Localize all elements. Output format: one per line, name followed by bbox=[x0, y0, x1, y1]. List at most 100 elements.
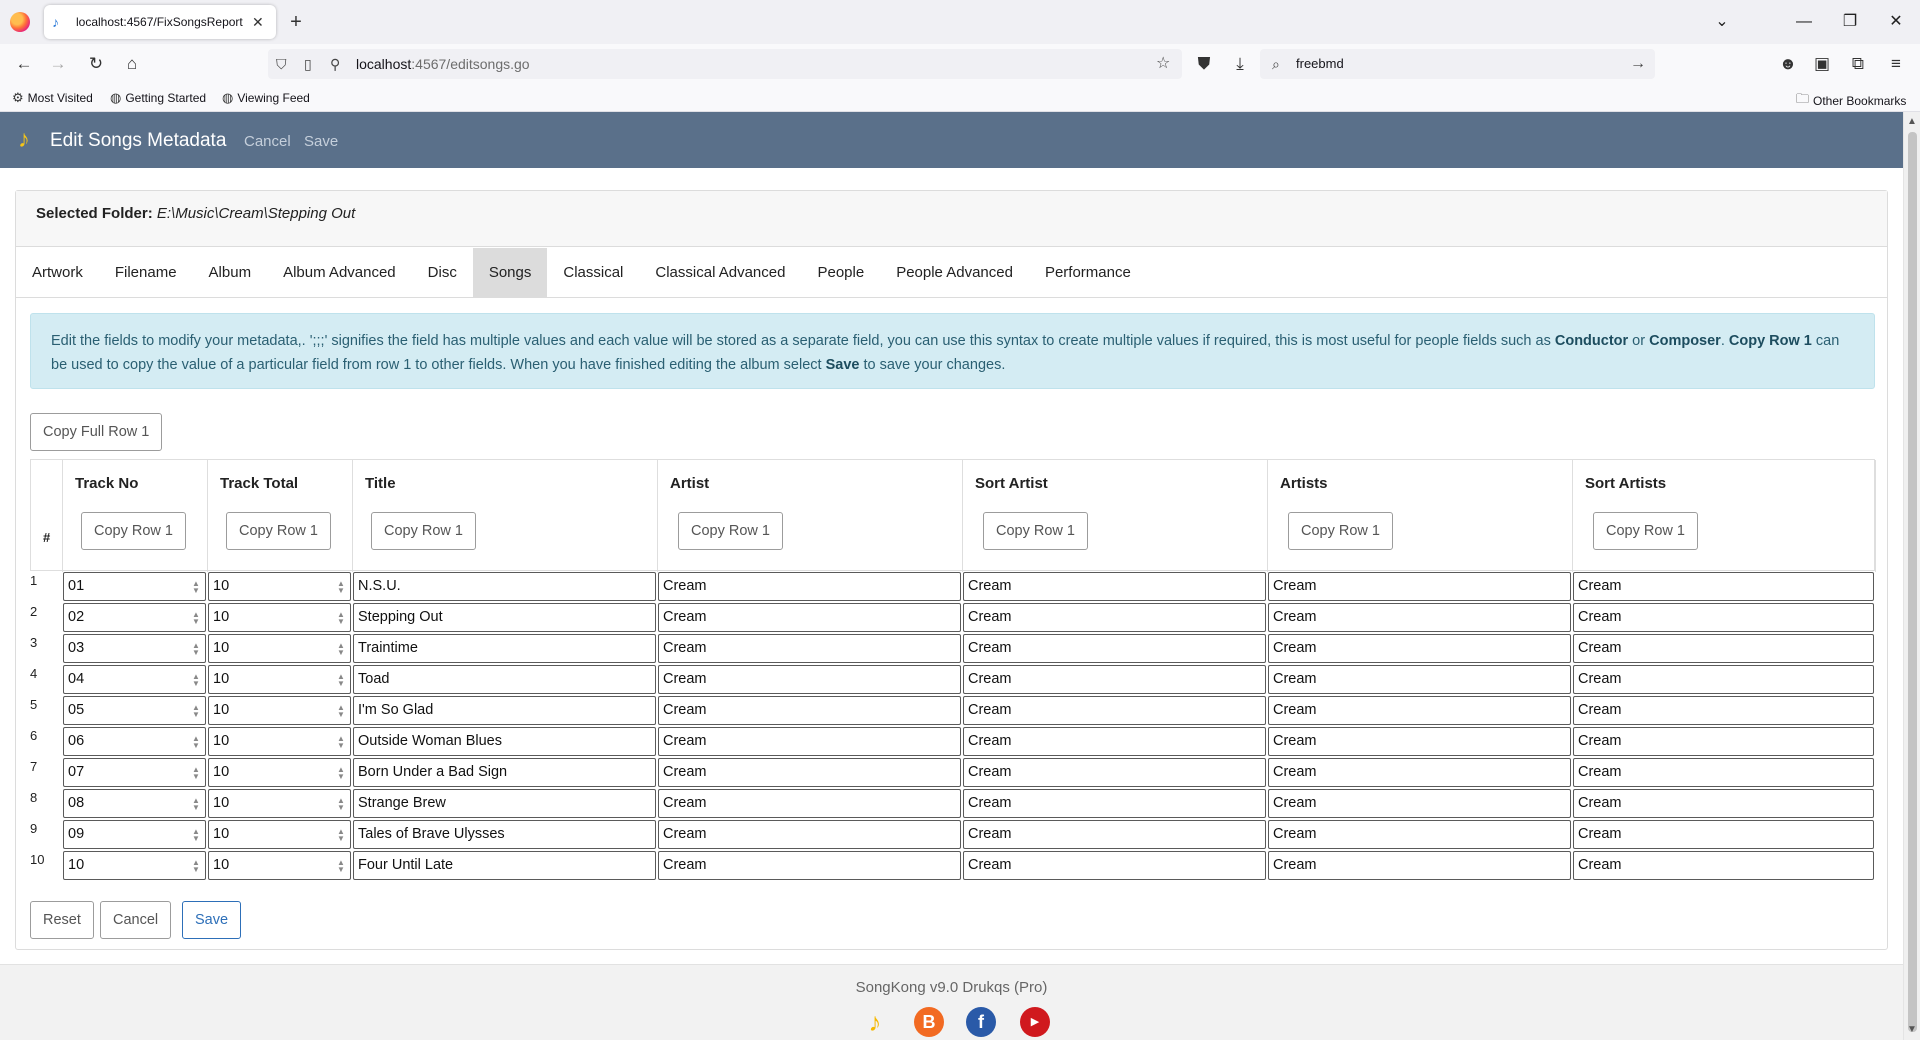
header-cancel-link[interactable]: Cancel bbox=[244, 133, 291, 150]
track-field[interactable]: 06 ▲ ▼ bbox=[63, 727, 206, 756]
copy-row-1-button[interactable]: Copy Row 1 bbox=[1593, 512, 1698, 550]
selenium-icon[interactable]: ▣ bbox=[1810, 52, 1834, 76]
firefox-icon[interactable] bbox=[10, 12, 30, 32]
tab-people-advanced[interactable]: People Advanced bbox=[880, 248, 1029, 298]
track-field[interactable]: 10 ▲ ▼ bbox=[63, 851, 206, 880]
title-field[interactable]: I'm So Glad bbox=[353, 696, 656, 725]
artists-field[interactable]: Cream bbox=[1268, 727, 1571, 756]
spinner-icon[interactable]: ▲ ▼ bbox=[191, 766, 201, 781]
sort-artists-field[interactable]: Cream bbox=[1573, 820, 1874, 849]
spinner-icon[interactable]: ▲ ▼ bbox=[191, 611, 201, 626]
list-tabs-icon[interactable]: ⌄ bbox=[1710, 10, 1734, 34]
restore-icon[interactable]: ❐ bbox=[1838, 10, 1862, 34]
youtube-icon[interactable]: ▶ bbox=[1020, 1007, 1050, 1037]
spinner-icon[interactable]: ▲ ▼ bbox=[336, 642, 346, 657]
artist-field[interactable]: Cream bbox=[658, 696, 961, 725]
artist-field[interactable]: Cream bbox=[658, 789, 961, 818]
sort-artists-field[interactable]: Cream bbox=[1573, 572, 1874, 601]
sort-artists-field[interactable]: Cream bbox=[1573, 789, 1874, 818]
artist-field[interactable]: Cream bbox=[658, 820, 961, 849]
permissions-icon[interactable]: ⚲ bbox=[330, 53, 340, 75]
track-field[interactable]: 05 ▲ ▼ bbox=[63, 696, 206, 725]
artists-field[interactable]: Cream bbox=[1268, 572, 1571, 601]
track-field[interactable]: 08 ▲ ▼ bbox=[63, 789, 206, 818]
artist-field[interactable]: Cream bbox=[658, 758, 961, 787]
spinner-icon[interactable]: ▲ ▼ bbox=[336, 797, 346, 812]
extension-icon[interactable]: ☻ bbox=[1776, 52, 1800, 76]
title-field[interactable]: N.S.U. bbox=[353, 572, 656, 601]
bookmark-most-visited[interactable]: ⚙ Most Visited bbox=[12, 90, 93, 106]
sort-artists-field[interactable]: Cream bbox=[1573, 696, 1874, 725]
download-icon[interactable]: ⤓ bbox=[1228, 52, 1252, 76]
browser-tab[interactable]: ♪ localhost:4567/FixSongsReport ✕ bbox=[44, 5, 276, 39]
sort-artist-field[interactable]: Cream bbox=[963, 572, 1266, 601]
spinner-icon[interactable]: ▲ ▼ bbox=[191, 735, 201, 750]
bookmark-star-icon[interactable]: ☆ bbox=[1156, 53, 1170, 75]
track-field[interactable]: 01 ▲ ▼ bbox=[63, 572, 206, 601]
search-go-icon[interactable]: → bbox=[1630, 53, 1646, 75]
artists-field[interactable]: Cream bbox=[1268, 820, 1571, 849]
tab-disc[interactable]: Disc bbox=[412, 248, 473, 298]
total-field[interactable]: 10 ▲ ▼ bbox=[208, 851, 351, 880]
scroll-up-icon[interactable]: ▲ bbox=[1907, 116, 1917, 127]
other-bookmarks[interactable]: 🗀 Other Bookmarks bbox=[1796, 90, 1906, 112]
spinner-icon[interactable]: ▲ ▼ bbox=[336, 766, 346, 781]
blogger-icon[interactable]: B bbox=[914, 1007, 944, 1037]
close-window-icon[interactable]: ✕ bbox=[1884, 10, 1908, 34]
sort-artists-field[interactable]: Cream bbox=[1573, 665, 1874, 694]
url-bar[interactable]: ⛉ ▯ ⚲ localhost:4567/editsongs.go ☆ bbox=[268, 49, 1182, 79]
sort-artist-field[interactable]: Cream bbox=[963, 665, 1266, 694]
reload-icon[interactable]: ↻ bbox=[84, 52, 108, 76]
title-field[interactable]: Born Under a Bad Sign bbox=[353, 758, 656, 787]
pocket-icon[interactable]: ⛊ bbox=[1192, 52, 1216, 76]
title-field[interactable]: Four Until Late bbox=[353, 851, 656, 880]
copy-row-1-button[interactable]: Copy Row 1 bbox=[1288, 512, 1393, 550]
title-field[interactable]: Tales of Brave Ulysses bbox=[353, 820, 656, 849]
artists-field[interactable]: Cream bbox=[1268, 758, 1571, 787]
copy-row-1-button[interactable]: Copy Row 1 bbox=[226, 512, 331, 550]
total-field[interactable]: 10 ▲ ▼ bbox=[208, 789, 351, 818]
spinner-icon[interactable]: ▲ ▼ bbox=[336, 704, 346, 719]
track-field[interactable]: 09 ▲ ▼ bbox=[63, 820, 206, 849]
sort-artist-field[interactable]: Cream bbox=[963, 727, 1266, 756]
spinner-icon[interactable]: ▲ ▼ bbox=[336, 611, 346, 626]
artists-field[interactable]: Cream bbox=[1268, 665, 1571, 694]
tab-album[interactable]: Album bbox=[193, 248, 268, 298]
sort-artist-field[interactable]: Cream bbox=[963, 603, 1266, 632]
artist-field[interactable]: Cream bbox=[658, 634, 961, 663]
copy-full-row-button[interactable]: Copy Full Row 1 bbox=[30, 413, 163, 451]
spinner-icon[interactable]: ▲ ▼ bbox=[336, 580, 346, 595]
bookmark-viewing-feed[interactable]: ◍ Viewing Feed bbox=[222, 90, 310, 106]
title-field[interactable]: Traintime bbox=[353, 634, 656, 663]
sort-artists-field[interactable]: Cream bbox=[1573, 634, 1874, 663]
songkong-icon[interactable]: ♪ bbox=[860, 1007, 890, 1037]
facebook-icon[interactable]: f bbox=[966, 1007, 996, 1037]
artist-field[interactable]: Cream bbox=[658, 727, 961, 756]
close-tab-icon[interactable]: ✕ bbox=[252, 14, 264, 31]
menu-icon[interactable]: ≡ bbox=[1884, 52, 1908, 76]
spinner-icon[interactable]: ▲ ▼ bbox=[191, 642, 201, 657]
track-field[interactable]: 02 ▲ ▼ bbox=[63, 603, 206, 632]
spinner-icon[interactable]: ▲ ▼ bbox=[336, 673, 346, 688]
tab-people[interactable]: People bbox=[801, 248, 880, 298]
sort-artists-field[interactable]: Cream bbox=[1573, 727, 1874, 756]
scroll-down-icon[interactable]: ▼ bbox=[1907, 1024, 1917, 1035]
home-icon[interactable]: ⌂ bbox=[120, 52, 144, 76]
spinner-icon[interactable]: ▲ ▼ bbox=[336, 859, 346, 874]
spinner-icon[interactable]: ▲ ▼ bbox=[191, 580, 201, 595]
title-field[interactable]: Outside Woman Blues bbox=[353, 727, 656, 756]
sort-artist-field[interactable]: Cream bbox=[963, 758, 1266, 787]
minimize-icon[interactable]: — bbox=[1792, 10, 1816, 34]
tab-album-advanced[interactable]: Album Advanced bbox=[267, 248, 412, 298]
tab-classical-advanced[interactable]: Classical Advanced bbox=[639, 248, 801, 298]
url-text[interactable]: localhost:4567/editsongs.go bbox=[356, 56, 530, 72]
copy-row-1-button[interactable]: Copy Row 1 bbox=[371, 512, 476, 550]
page-scrollbar[interactable]: ▲ ▼ bbox=[1903, 112, 1920, 1040]
tab-classical[interactable]: Classical bbox=[547, 248, 639, 298]
shield-icon[interactable]: ⛉ bbox=[276, 53, 287, 75]
title-field[interactable]: Toad bbox=[353, 665, 656, 694]
spinner-icon[interactable]: ▲ ▼ bbox=[191, 797, 201, 812]
sort-artist-field[interactable]: Cream bbox=[963, 789, 1266, 818]
total-field[interactable]: 10 ▲ ▼ bbox=[208, 572, 351, 601]
sort-artist-field[interactable]: Cream bbox=[963, 634, 1266, 663]
